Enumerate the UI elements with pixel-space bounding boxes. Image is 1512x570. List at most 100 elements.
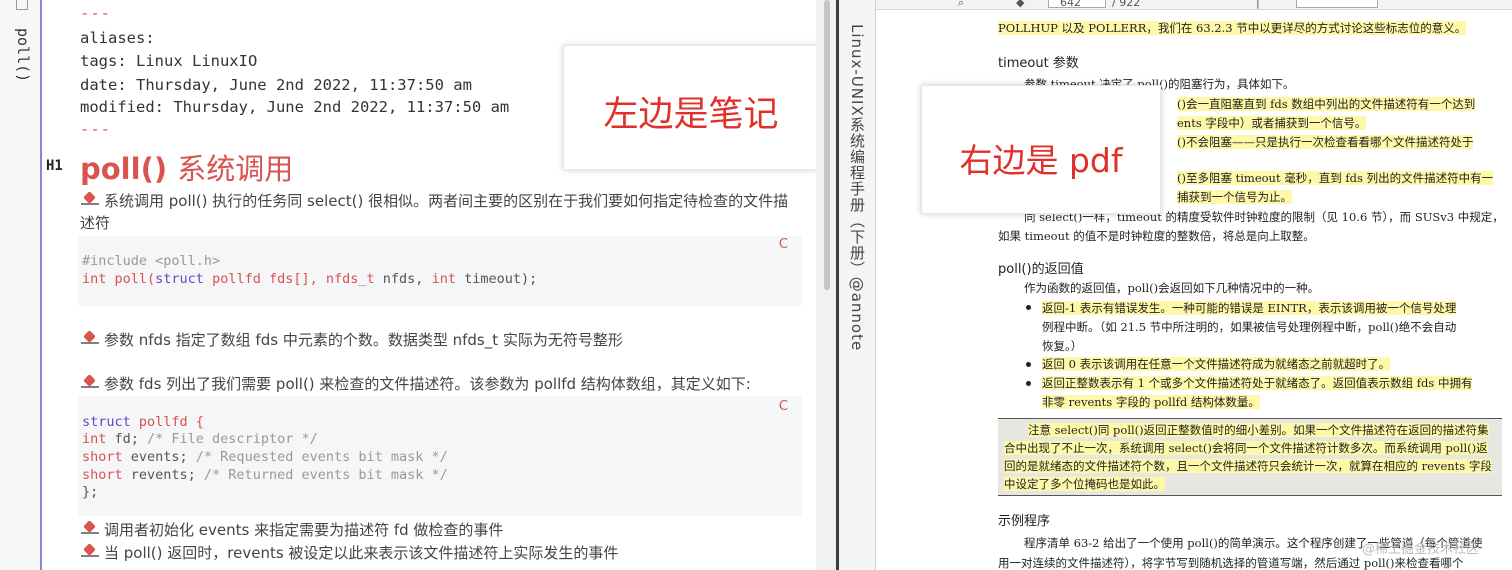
highlight: 合中出现了不止一次，系统调用 select()会将同一个文件描述符计数多次。而系… bbox=[1004, 441, 1488, 455]
panel-collapse-icon[interactable] bbox=[16, 0, 28, 10]
pdf-line: 返回 0 表示该调用在任意一个文件描述符成为就绪态之前就超时了。 bbox=[1042, 356, 1391, 372]
note-heading: poll() 系统调用 bbox=[80, 146, 293, 188]
pdf-note-box: 注意 select()同 poll()返回正整数值时的细小差别。如果一个文件描述… bbox=[998, 418, 1502, 496]
code-block[interactable]: C struct pollfd { int fd; /* File descri… bbox=[78, 396, 802, 516]
pdf-line: 中设定了多个位掩码也是如此。 bbox=[1004, 476, 1165, 492]
pdf-line: ()会一直阻塞直到 fds 数组中列出的文件描述符有一个达到 bbox=[1177, 96, 1476, 112]
bullet-icon bbox=[1026, 305, 1031, 310]
code-token: pollfd fds[], bbox=[203, 271, 326, 287]
heading-code: poll() bbox=[80, 152, 168, 186]
pdf-line: 回的是就绪态的文件描述符个数，且一个文件描述符只会统计一次，就算在相应的 rev… bbox=[1004, 458, 1492, 474]
highlight: ()会一直阻塞直到 fds 数组中列出的文件描述符有一个达到 bbox=[1177, 97, 1476, 111]
code-line: int poll(struct pollfd fds[], nfds_t nfd… bbox=[82, 270, 537, 288]
code-token: short bbox=[82, 449, 123, 465]
annotation-callout-left: 左边是笔记 bbox=[563, 45, 816, 170]
code-line: int fd; /* File descriptor */ bbox=[82, 430, 318, 448]
bullet-icon bbox=[1026, 362, 1031, 367]
search-icon[interactable]: ⌕ bbox=[958, 0, 964, 10]
note-paragraph: 调用者初始化 events 来指定需要为描述符 fd 做检查的事件 bbox=[80, 519, 800, 541]
code-token: fd; bbox=[106, 431, 148, 447]
code-language-label: C bbox=[778, 237, 788, 252]
code-token: nfds_t bbox=[325, 271, 375, 287]
pdf-line: ents 字段中）或者捕获到一个信号。 bbox=[1177, 115, 1367, 131]
code-token: /* File descriptor */ bbox=[147, 431, 318, 447]
code-token: int bbox=[82, 271, 107, 287]
code-token: int bbox=[431, 271, 456, 287]
note-paragraph: 当 poll() 返回时，revents 被设定以此来表示该文件描述符上实际发生… bbox=[80, 542, 800, 564]
highlight: POLLHUP 以及 POLLERR，我们在 63.2.3 节中以更详尽的方式讨… bbox=[998, 21, 1467, 35]
pdf-page[interactable]: POLLHUP 以及 POLLERR，我们在 63.2.3 节中以更详尽的方式讨… bbox=[876, 10, 1512, 570]
file-tab-poll[interactable]: poll() bbox=[14, 28, 32, 82]
page-nav-icon[interactable]: ◆ bbox=[1016, 0, 1024, 9]
pdf-line: 返回正整数表示有 1 个或多个文件描述符处于就绪态了。返回值表示数组 fds 中… bbox=[1042, 375, 1473, 391]
paragraph-text: 当 poll() 返回时，revents 被设定以此来表示该文件描述符上实际发生… bbox=[104, 544, 619, 562]
note-editor[interactable]: --- aliases: tags: Linux LinuxIO date: T… bbox=[42, 0, 816, 570]
pdf-line: 恢复。） bbox=[1042, 339, 1083, 353]
pdf-line: 如果 timeout 的值不是时钟粒度的整数倍，将总是向上取整。 bbox=[998, 229, 1315, 243]
pdf-line: 合中出现了不止一次，系统调用 select()会将同一个文件描述符计数多次。而系… bbox=[1004, 440, 1488, 456]
highlight: 中设定了多个位掩码也是如此。 bbox=[1004, 477, 1165, 491]
code-line: struct pollfd { bbox=[82, 413, 204, 431]
frontmatter-date: date: Thursday, June 2nd 2022, 11:37:50 … bbox=[80, 76, 472, 94]
highlight: 返回 0 表示该调用在任意一个文件描述符成为就绪态之前就超时了。 bbox=[1042, 357, 1391, 371]
code-token: int bbox=[82, 431, 107, 447]
code-token: timeout); bbox=[455, 271, 538, 287]
code-language-label: C bbox=[778, 399, 788, 414]
left-sidebar: poll() bbox=[0, 0, 41, 570]
pdf-sidebar: Linux-UNIX系统编程手册（下册）@annote bbox=[839, 0, 876, 570]
code-token: /* Returned events bit mask */ bbox=[203, 467, 448, 483]
note-paragraph: 参数 fds 列出了我们需要 poll() 来检查的文件描述符。该参数为 pol… bbox=[80, 373, 800, 395]
code-token: struct bbox=[155, 271, 204, 287]
callout-text: 左边是笔记 bbox=[603, 95, 779, 135]
note-paragraph: 参数 nfds 指定了数组 fds 中元素的个数。数据类型 nfds_t 实际为… bbox=[80, 329, 800, 351]
pdf-line: 作为函数的返回值，poll()会返回如下几种情况中的一种。 bbox=[1024, 281, 1320, 295]
code-line: #include <poll.h> bbox=[82, 253, 221, 269]
pdf-file-tab[interactable]: Linux-UNIX系统编程手册（下册）@annote bbox=[847, 24, 868, 351]
code-line: short events; /* Requested events bit ma… bbox=[82, 448, 448, 466]
pdf-section-heading: poll()的返回值 bbox=[998, 262, 1084, 277]
pdf-section-heading: 示例程序 bbox=[998, 514, 1051, 529]
highlight: 捕获到一个信号为止。 bbox=[1177, 190, 1292, 204]
scrollbar-thumb[interactable] bbox=[824, 0, 830, 290]
note-paragraph: 系统调用 poll() 执行的任务同 select() 很相似。两者间主要的区别… bbox=[80, 190, 800, 234]
code-token: events; bbox=[122, 449, 196, 465]
zoom-divider-icon[interactable]: | bbox=[1256, 0, 1260, 9]
page-total: / 922 bbox=[1112, 0, 1141, 9]
code-line: }; bbox=[82, 484, 99, 500]
frontmatter-modified: modified: Thursday, June 2nd 2022, 11:37… bbox=[80, 98, 510, 116]
paragraph-text: 参数 nfds 指定了数组 fds 中元素的个数。数据类型 nfds_t 实际为… bbox=[104, 331, 623, 349]
code-token: revents; bbox=[122, 467, 204, 483]
highlight: ()至多阻塞 timeout 毫秒，直到 fds 列出的文件描述符中有一 bbox=[1177, 171, 1494, 185]
code-token: nfds, bbox=[374, 271, 432, 287]
pushpin-icon bbox=[80, 331, 100, 347]
highlight: ()不会阻塞——只是执行一次检查看看哪个文件描述符处于 bbox=[1177, 135, 1474, 149]
paragraph-text: 调用者初始化 events 来指定需要为描述符 fd 做检查的事件 bbox=[104, 521, 504, 539]
highlight: 返回-1 表示有错误发生。一种可能的错误是 EINTR，表示该调用被一个信号处理 bbox=[1042, 301, 1457, 315]
highlight: 非零 revents 字段的 pollfd 结构体数量。 bbox=[1042, 395, 1260, 409]
code-token: poll( bbox=[106, 271, 156, 287]
pdf-line: 返回-1 表示有错误发生。一种可能的错误是 EINTR，表示该调用被一个信号处理 bbox=[1042, 300, 1457, 316]
pushpin-icon bbox=[80, 521, 100, 537]
pdf-line: 注意 select()同 poll()返回正整数值时的细小差别。如果一个文件描述… bbox=[1028, 422, 1489, 438]
frontmatter-delimiter: --- bbox=[80, 4, 111, 22]
pdf-line: ()至多阻塞 timeout 毫秒，直到 fds 列出的文件描述符中有一 bbox=[1177, 170, 1494, 186]
paragraph-text: 参数 fds 列出了我们需要 poll() 来检查的文件描述符。该参数为 pol… bbox=[104, 375, 751, 393]
zoom-select[interactable] bbox=[1296, 0, 1378, 8]
frontmatter-aliases: aliases: bbox=[80, 29, 155, 47]
bullet-icon bbox=[1026, 381, 1031, 386]
pdf-line: ()不会阻塞——只是执行一次检查看看哪个文件描述符处于 bbox=[1177, 134, 1474, 150]
editor-scrollbar[interactable] bbox=[816, 0, 836, 570]
watermark: @稀土掘金技术社区 bbox=[1362, 542, 1480, 557]
pdf-toolbar: ⌕ ◆ 642 / 922 | bbox=[876, 0, 1512, 10]
pdf-line: 捕获到一个信号为止。 bbox=[1177, 189, 1292, 205]
heading-level-badge: H1 bbox=[46, 158, 63, 174]
code-token: /* Requested events bit mask */ bbox=[195, 449, 448, 465]
code-block[interactable]: C #include <poll.h> int poll(struct poll… bbox=[78, 236, 802, 306]
pdf-section-heading: timeout 参数 bbox=[998, 56, 1079, 71]
pushpin-icon bbox=[80, 544, 100, 560]
page-number: 642 bbox=[1060, 0, 1081, 9]
pdf-line: POLLHUP 以及 POLLERR，我们在 63.2.3 节中以更详尽的方式讨… bbox=[998, 20, 1467, 36]
pdf-line: 用一对连续的文件描述符），将字节写到随机选择的管道写端，然后通过 poll()来… bbox=[998, 556, 1464, 570]
code-line: short revents; /* Returned events bit ma… bbox=[82, 466, 448, 484]
code-token: short bbox=[82, 467, 123, 483]
